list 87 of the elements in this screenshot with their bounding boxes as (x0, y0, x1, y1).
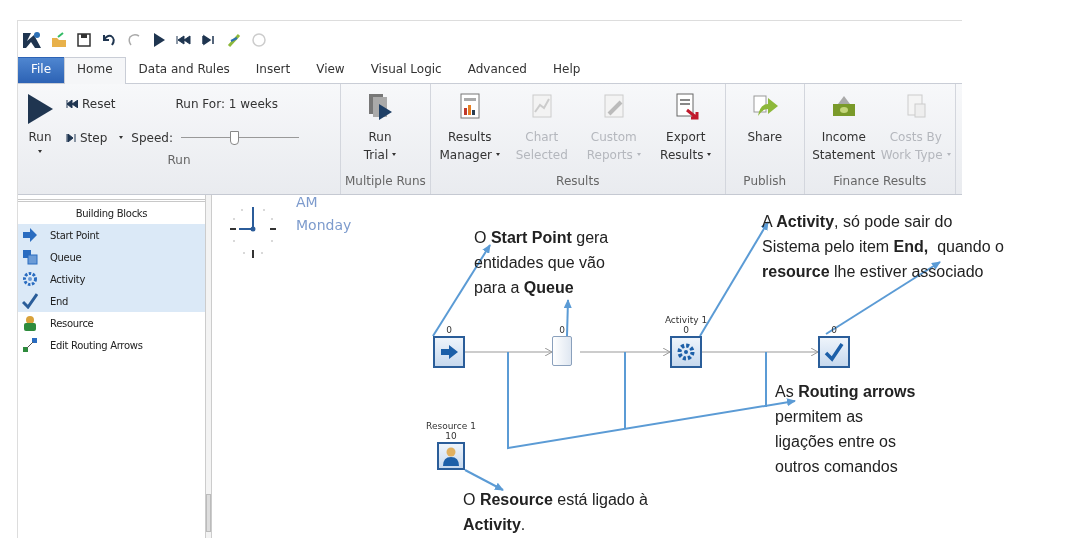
arrow-right-icon (22, 227, 38, 243)
block-item[interactable]: Queue (18, 246, 205, 268)
folder-icon (51, 32, 67, 48)
block-item[interactable]: Resource (18, 312, 205, 334)
play-icon (26, 94, 54, 124)
block-item[interactable]: Edit Routing Arrows (18, 334, 205, 356)
ribbon-tab[interactable]: Insert (242, 57, 304, 83)
gear-icon (676, 342, 696, 362)
splitter-handle[interactable] (206, 494, 211, 532)
leader-line (563, 299, 572, 337)
play-icon (151, 32, 167, 48)
caret-icon (38, 150, 42, 153)
group-label: Publish (742, 174, 788, 190)
activity-node[interactable] (670, 336, 702, 368)
arrow-right-icon (439, 344, 459, 360)
ribbon-tab[interactable]: Help (539, 57, 594, 83)
caret-icon (707, 153, 712, 156)
caret-icon (392, 153, 397, 156)
annotation-text: O Resource está ligado à Activity. (463, 490, 648, 535)
rewind-icon (66, 100, 78, 108)
checkmark-icon (824, 342, 844, 362)
node-count: 0 (831, 325, 837, 335)
step-icon (66, 134, 76, 142)
undo-icon (101, 32, 117, 48)
caret-icon (496, 153, 501, 156)
wand-icon (226, 32, 242, 48)
step-icon (201, 32, 217, 48)
slider-thumb[interactable] (230, 131, 240, 145)
stacked-squares-icon (22, 249, 38, 265)
block-label: Activity (50, 273, 85, 285)
ribbon-button[interactable]: Income Statement (808, 92, 879, 174)
node-count: 0 (559, 325, 565, 335)
node-title: Resource 1 (426, 421, 476, 431)
ribbon-button[interactable]: Export Results (650, 92, 721, 174)
group-label: Multiple Runs (345, 174, 426, 190)
block-item[interactable]: Start Point (18, 224, 205, 246)
ribbon-button[interactable]: Run Trial (345, 92, 415, 174)
person-icon (22, 315, 38, 331)
checkmark-icon (22, 293, 38, 309)
group-label: Results (555, 174, 601, 190)
start-node[interactable] (433, 336, 465, 368)
group-label: Finance Results (832, 174, 928, 190)
clock-day: Monday (296, 217, 352, 233)
rewind-icon (176, 32, 192, 48)
block-item[interactable]: End (18, 290, 205, 312)
gear-icon (22, 271, 38, 287)
speed-label: Speed: (131, 131, 173, 145)
block-label: Edit Routing Arrows (50, 339, 143, 351)
clock-period: AM (296, 194, 318, 210)
panel-title: Building Blocks (74, 207, 149, 221)
run-duration: Run For: 1 weeks (175, 97, 278, 111)
run-button[interactable]: Run (28, 130, 52, 153)
node-count: 0 (683, 325, 689, 335)
ribbon-button[interactable]: Results Manager (434, 92, 505, 174)
leader-line (464, 469, 504, 491)
circle-icon (251, 32, 267, 48)
queue-node[interactable] (552, 336, 572, 366)
redo-icon (126, 32, 142, 48)
ribbon-tab[interactable]: Home (64, 57, 126, 84)
reset-button[interactable]: Reset (66, 97, 116, 111)
step-button[interactable]: Step (66, 131, 124, 145)
ribbon-tab[interactable]: Advanced (454, 57, 540, 83)
node-count: 0 (446, 325, 452, 335)
annotation-text: As Routing arrows permitem as ligações entre os outros comandos (775, 382, 916, 477)
ribbon-tab[interactable]: File (18, 57, 65, 83)
app-logo-icon (22, 31, 42, 49)
node-title: Activity 1 (664, 315, 708, 325)
block-label: Start Point (50, 229, 100, 241)
ribbon-tab[interactable]: View (303, 57, 358, 83)
ribbon-tab[interactable]: Data and Rules (125, 57, 243, 83)
routing-line (765, 351, 767, 408)
caret-icon (119, 135, 124, 139)
block-label: Queue (50, 251, 82, 263)
caret-icon (946, 153, 951, 156)
caret-icon (636, 153, 641, 156)
end-node[interactable] (818, 336, 850, 368)
block-label: Resource (50, 317, 94, 329)
block-item[interactable]: Activity (18, 268, 205, 290)
ribbon-button[interactable]: Share (729, 92, 800, 174)
ribbon-tab[interactable]: Visual Logic (357, 57, 455, 83)
resource-node[interactable] (437, 442, 465, 470)
connected-nodes-icon (22, 337, 38, 353)
block-label: End (50, 295, 69, 307)
group-label: Run (166, 153, 192, 169)
save-icon (76, 32, 92, 48)
node-count: 10 (445, 431, 457, 441)
person-icon (442, 446, 460, 466)
